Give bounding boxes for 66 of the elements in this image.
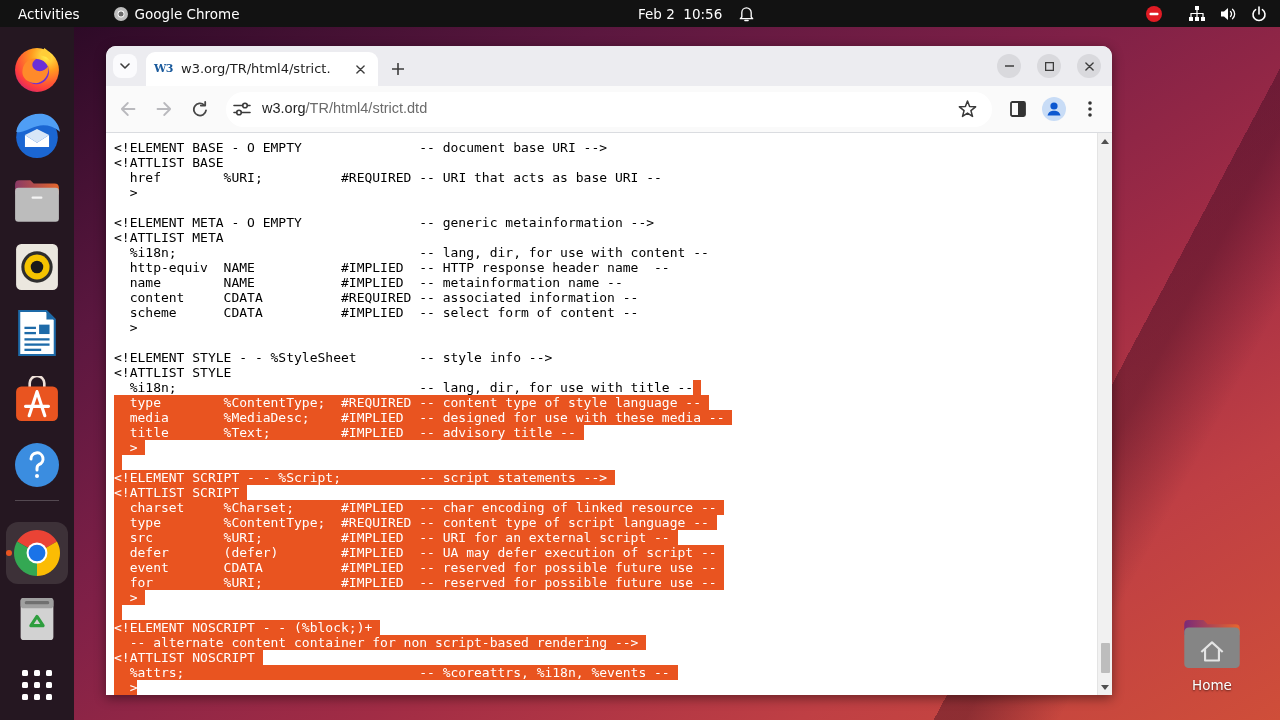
close-window-button[interactable] <box>1077 54 1101 78</box>
desktop-icon-label[interactable]: Home <box>1192 677 1232 693</box>
code-line: <!ATTLIST META <box>114 230 224 245</box>
globe-icon[interactable] <box>14 46 60 92</box>
tricolor-circle-icon[interactable] <box>14 530 60 576</box>
scroll-down-arrow-icon[interactable] <box>1101 685 1109 690</box>
code-line: <!ELEMENT STYLE - - %StyleSheet -- style info --> <box>114 350 553 365</box>
address-bar[interactable]: w3.org/TR/html4/strict.dtd <box>226 91 992 127</box>
activities-button[interactable]: Activities <box>18 2 80 25</box>
code-line: <!ELEMENT BASE - O EMPTY -- document base URI --> <box>114 140 608 155</box>
code-line: %i18n; -- lang, dir, for use with title -- <box>129 380 694 395</box>
url-text: w3.org/TR/html4/strict.dtd <box>262 99 428 119</box>
code-line: > <box>129 185 138 200</box>
maximize-button[interactable] <box>1037 54 1061 78</box>
bookmark-star-icon[interactable] <box>958 100 977 118</box>
shopping-bag-icon[interactable] <box>15 376 59 422</box>
app-grid-icon[interactable] <box>22 670 52 700</box>
running-dot-icon <box>6 550 12 556</box>
no-entry-icon[interactable] <box>1146 5 1162 22</box>
site-favicon: W3 <box>154 60 173 77</box>
power-icon <box>1251 5 1267 22</box>
scrollbar-thumb[interactable] <box>1100 643 1110 673</box>
minimize-button[interactable] <box>997 54 1021 78</box>
home-folder-icon[interactable] <box>1184 620 1240 668</box>
profile-avatar-icon <box>1042 97 1066 121</box>
date-menu-button[interactable]: Feb 2 10:56 <box>638 2 755 25</box>
maximize-icon <box>1044 61 1054 71</box>
tab-list-button[interactable] <box>113 54 137 78</box>
speaker-icon[interactable] <box>16 244 58 290</box>
close-icon <box>1084 61 1094 71</box>
close-icon <box>355 64 365 74</box>
vertical-scrollbar[interactable] <box>1097 133 1112 695</box>
system-menu-button[interactable] <box>1189 3 1267 24</box>
minimize-icon <box>1004 65 1014 67</box>
help-icon[interactable] <box>15 443 59 487</box>
folder-icon[interactable] <box>14 178 60 224</box>
code-line: http-equiv NAME #IMPLIED -- HTTP response header name -- <box>129 260 670 275</box>
plus-icon <box>392 63 404 75</box>
code-line: > <box>129 320 138 335</box>
sliders-icon[interactable] <box>233 102 251 116</box>
reload-icon <box>192 101 208 117</box>
more-menu-icon <box>1088 101 1092 117</box>
code-line: %i18n; -- lang, dir, for use with content -- <box>129 245 709 260</box>
recycle-bin-icon[interactable] <box>20 597 54 641</box>
code-line: name NAME #IMPLIED -- metainformation name -- <box>129 275 623 290</box>
code-line: href %URI; #REQUIRED -- URI that acts as base URI -- <box>129 170 662 185</box>
volume-icon <box>1220 5 1236 22</box>
bell-icon <box>739 5 755 22</box>
left-arrow-icon <box>120 101 136 117</box>
app-menu-button[interactable]: Google Chrome <box>113 2 240 25</box>
code-line: <!ATTLIST STYLE <box>114 365 232 380</box>
right-arrow-icon <box>156 101 172 117</box>
app-icon <box>113 6 128 21</box>
browser-tab[interactable]: W3 w3.org/TR/html4/strict. <box>146 52 378 86</box>
scroll-up-arrow-icon[interactable] <box>1101 139 1109 144</box>
mail-icon[interactable] <box>14 112 60 158</box>
side-panel-icon <box>1010 101 1026 117</box>
code-line: scheme CDATA #IMPLIED -- select form of content -- <box>129 305 639 320</box>
network-icon <box>1189 6 1205 21</box>
document-icon[interactable] <box>17 310 57 356</box>
active-app-button[interactable] <box>6 522 68 584</box>
code-line: <!ATTLIST BASE <box>114 155 224 170</box>
chevron-down-icon <box>120 63 130 69</box>
profile-button[interactable] <box>1040 95 1068 123</box>
code-line: content CDATA #REQUIRED -- associated information -- <box>129 290 639 305</box>
code-line: <!ELEMENT META - O EMPTY -- generic metainformation --> <box>114 215 655 230</box>
